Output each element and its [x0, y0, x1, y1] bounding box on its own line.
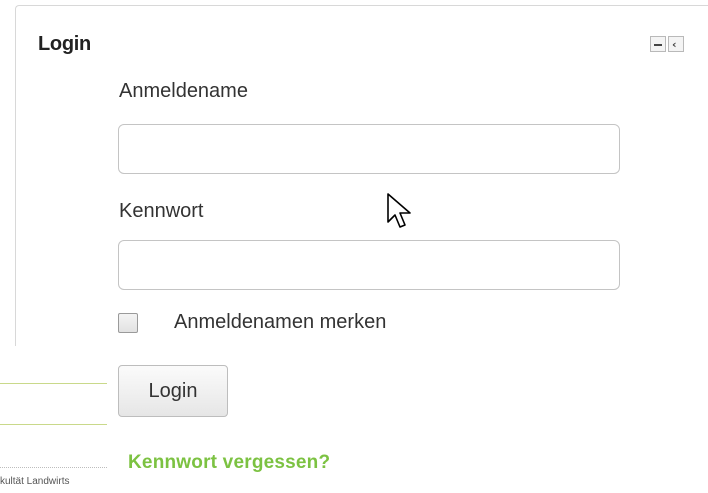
remember-username-label: Anmeldenamen merken — [174, 311, 387, 333]
block-title: Login — [38, 33, 91, 55]
password-input[interactable] — [118, 240, 620, 290]
background-divider-line — [0, 424, 107, 425]
remember-username-row: Anmeldenamen merken — [118, 311, 386, 334]
block-controls: ‹ — [650, 36, 684, 52]
username-input[interactable] — [118, 124, 620, 174]
dock-block-button[interactable]: ‹ — [668, 36, 684, 52]
collapse-block-button[interactable] — [650, 36, 666, 52]
background-divider-line — [0, 383, 107, 384]
remember-username-checkbox[interactable] — [118, 312, 138, 333]
login-page: kultät Landwirts Login ‹ Anmeldename Ken… — [0, 0, 708, 493]
login-button[interactable]: Login — [118, 365, 228, 417]
background-footer-text: kultät Landwirts — [0, 476, 70, 487]
password-label: Kennwort — [119, 200, 204, 222]
minus-icon — [654, 44, 662, 46]
mouse-pointer-icon — [387, 193, 411, 228]
chevron-left-icon: ‹ — [672, 38, 677, 51]
forgot-password-link[interactable]: Kennwort vergessen? — [128, 452, 330, 474]
login-block — [15, 5, 708, 346]
username-label: Anmeldename — [119, 80, 248, 102]
background-dotted-divider — [0, 467, 107, 468]
